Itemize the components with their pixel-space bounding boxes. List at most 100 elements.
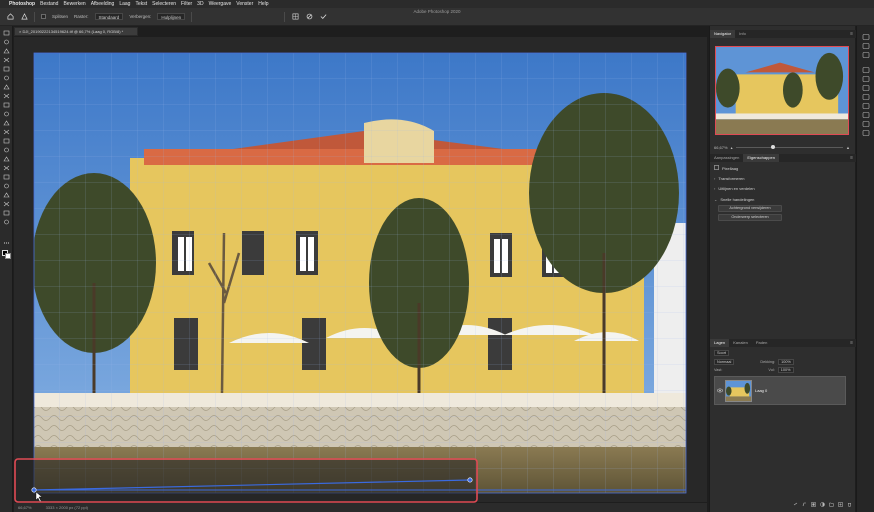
cancel-transform-icon[interactable] (305, 13, 313, 21)
healing-brush-tool-icon[interactable] (3, 93, 10, 99)
navigator-zoom-row: 66,67% ▴ ▲ (714, 144, 850, 150)
eyedropper-tool-icon[interactable] (3, 84, 10, 90)
menu-item-help[interactable]: Help (258, 0, 268, 8)
menu-item-tekst[interactable]: Tekst (135, 0, 147, 8)
tab-adjustments[interactable]: Aanpassingen (710, 154, 743, 162)
link-layers-icon[interactable] (793, 502, 798, 507)
tab-paths[interactable]: Paden (752, 339, 772, 347)
chevron-down-icon[interactable]: › (714, 176, 715, 181)
document-tab[interactable]: × DJI_20190222134519624.tif @ 66,7% (Laa… (14, 27, 138, 36)
eye-icon[interactable] (716, 388, 724, 393)
dodge-tool-icon[interactable] (3, 156, 10, 162)
menu-item-weergave[interactable]: Weergave (209, 0, 232, 8)
history-brush-tool-icon[interactable] (3, 120, 10, 126)
section-quick-actions[interactable]: ⌄ Snelle handelingen (714, 197, 754, 202)
actions-panel-icon[interactable] (862, 43, 870, 49)
tab-navigator[interactable]: Navigator (710, 30, 736, 38)
navigator-zoom-slider[interactable] (735, 144, 844, 149)
menu-item-afbeelding[interactable]: Afbeelding (91, 0, 115, 8)
select-subject-button[interactable]: Onderwerp selecteren (718, 214, 782, 221)
hand-tool-icon[interactable] (3, 201, 10, 207)
background-color-swatch[interactable] (5, 253, 11, 259)
chevron-down-icon[interactable]: ⌄ (714, 197, 717, 202)
type-tool-icon[interactable] (3, 174, 10, 180)
menu-item-bewerken[interactable]: Bewerken (63, 0, 85, 8)
tab-properties[interactable]: Eigenschappen (743, 154, 779, 162)
layer-row[interactable]: Laag 0 (714, 376, 846, 405)
patterns-panel-icon[interactable] (862, 94, 870, 100)
navigator-zoom-value[interactable]: 66,67% (714, 145, 728, 150)
tab-layers[interactable]: Lagen (710, 339, 730, 347)
styles-panel-icon[interactable] (862, 103, 870, 109)
path-select-tool-icon[interactable] (3, 183, 10, 189)
libraries-panel-icon[interactable] (862, 52, 870, 58)
fill-label: Vul: (768, 367, 775, 372)
split-label: Splitsen (52, 14, 69, 19)
hide-select[interactable]: Hulplijnen (157, 13, 186, 20)
color-panel-icon[interactable] (862, 67, 870, 73)
fill-field[interactable]: 100% (777, 366, 794, 373)
clone-stamp-tool-icon[interactable] (3, 111, 10, 117)
section-transform[interactable]: › Transformeren (714, 176, 744, 181)
marquee-tool-icon[interactable] (3, 39, 10, 45)
eraser-tool-icon[interactable] (3, 129, 10, 135)
menu-item-laag[interactable]: Laag (119, 0, 130, 8)
layer-kind-filter[interactable]: Soort (714, 349, 730, 356)
split-checkbox[interactable] (41, 14, 46, 19)
warp-grid-icon[interactable] (291, 13, 299, 21)
menu-item-filter[interactable]: Filter (181, 0, 192, 8)
rectangle-tool-icon[interactable] (3, 192, 10, 198)
folder-icon[interactable] (829, 502, 834, 507)
remove-background-button[interactable]: Achtergrond verwijderen (718, 205, 782, 212)
home-icon[interactable] (6, 13, 14, 21)
status-zoom[interactable]: 66,67% (18, 503, 32, 512)
character-panel-icon[interactable] (862, 112, 870, 118)
history-panel-icon[interactable] (862, 34, 870, 40)
quick-select-tool-icon[interactable] (3, 57, 10, 63)
mask-icon[interactable] (811, 502, 816, 507)
adjustment-layer-icon[interactable] (820, 502, 825, 507)
menu-item-bestand[interactable]: Bestand (40, 0, 58, 8)
brush-settings-panel-icon[interactable] (862, 130, 870, 136)
move-tool-icon[interactable] (3, 30, 10, 36)
crop-tool-icon[interactable] (3, 66, 10, 72)
section-align[interactable]: › Uitlijnen en verdelen (714, 186, 755, 191)
opacity-field[interactable]: 100% (778, 358, 794, 365)
menu-item-selecteren[interactable]: Selecteren (152, 0, 176, 8)
transform-tool-icon[interactable] (20, 13, 28, 21)
navigator-zoom-knob[interactable] (771, 144, 776, 149)
fx-icon[interactable] (802, 502, 807, 507)
status-doc-info: 3333 × 2000 px (72 ppi) (45, 505, 88, 510)
layers-tabs: Lagen Kanalen Paden ≡ (710, 339, 856, 347)
brush-tool-icon[interactable] (3, 102, 10, 108)
lasso-tool-icon[interactable] (3, 48, 10, 54)
layer-name[interactable]: Laag 0 (755, 388, 767, 393)
navigator-thumbnail[interactable] (715, 46, 849, 135)
pen-tool-icon[interactable] (3, 165, 10, 171)
blend-mode-select[interactable]: Normaal (714, 358, 735, 365)
chevron-down-icon[interactable]: › (714, 186, 715, 191)
gradients-panel-icon[interactable] (862, 85, 870, 91)
menu-item-3d[interactable]: 3D (197, 0, 203, 8)
menu-item-photoshop[interactable]: Photoshop (9, 0, 35, 8)
tab-info[interactable]: Info (735, 30, 750, 38)
zoom-in-icon[interactable]: ▲ (846, 145, 850, 150)
more-tools-icon[interactable] (3, 219, 10, 225)
gradient-tool-icon[interactable] (3, 138, 10, 144)
zoom-out-icon[interactable]: ▴ (731, 145, 733, 150)
trash-icon[interactable] (847, 502, 852, 507)
frame-tool-icon[interactable] (3, 75, 10, 81)
edit-toolbar-icon[interactable] (3, 240, 10, 246)
paragraph-panel-icon[interactable] (862, 121, 870, 127)
menu-item-venster[interactable]: Venster (236, 0, 253, 8)
pixel-layer-icon (714, 165, 719, 171)
zoom-tool-icon[interactable] (3, 210, 10, 216)
new-layer-icon[interactable] (838, 502, 843, 507)
commit-check-icon[interactable] (319, 13, 327, 21)
document-image[interactable] (34, 53, 686, 493)
tab-channels[interactable]: Kanalen (729, 339, 752, 347)
swatches-panel-icon[interactable] (862, 76, 870, 82)
navigator-tabs: Navigator Info ≡ (710, 30, 856, 38)
grid-select[interactable]: Standaard (94, 13, 124, 20)
blur-tool-icon[interactable] (3, 147, 10, 153)
